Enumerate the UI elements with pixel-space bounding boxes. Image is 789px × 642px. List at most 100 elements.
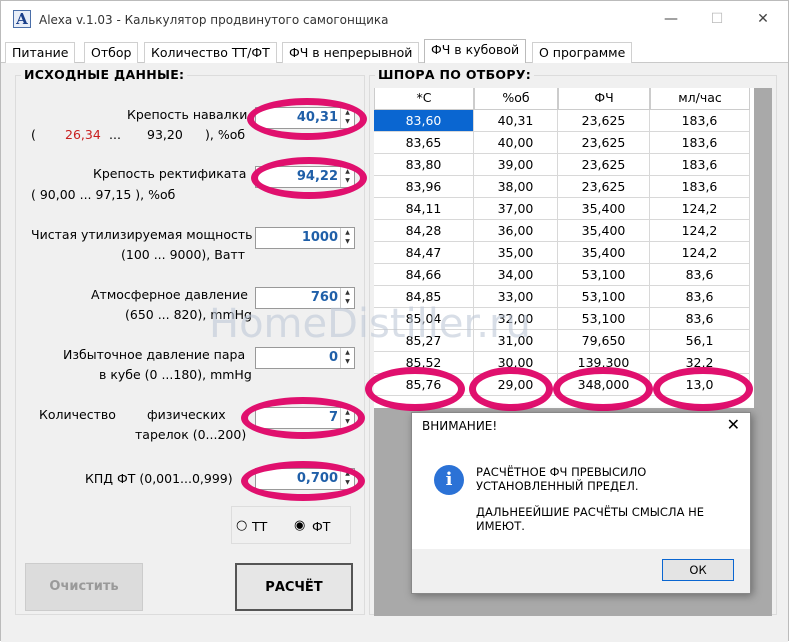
radio-ft-label: ФТ [312,519,331,534]
table-cell[interactable]: 183,6 [650,110,750,132]
column-header[interactable]: ФЧ [558,88,650,110]
table-cell[interactable]: 23,625 [558,154,650,176]
minimize-icon[interactable]: — [661,9,681,29]
column-type-group: ○ ТТ ◉ ФТ [231,506,351,544]
highlight-oval [247,98,367,140]
over-pressure-label: Избыточное давление пара [63,347,246,362]
table-cell[interactable]: 34,00 [474,264,558,286]
table-cell[interactable]: 124,2 [650,198,750,220]
table-cell[interactable]: 83,80 [374,154,474,176]
column-header[interactable]: мл/час [650,88,750,110]
wash-range-dots: ... [109,127,121,142]
highlight-oval [469,367,553,411]
table-cell[interactable]: 79,650 [558,330,650,352]
plates-label-1: Количество [39,407,116,422]
highlight-oval [365,367,465,411]
tab-power[interactable]: Питание [5,42,76,63]
table-cell[interactable]: 40,31 [474,110,558,132]
table-cell[interactable]: 23,625 [558,176,650,198]
highlight-oval [653,367,753,411]
rect-strength-label: Крепость ректификата [93,166,247,181]
radio-tt[interactable]: ○ [236,518,247,533]
table-cell[interactable]: 84,47 [374,242,474,264]
table-cell[interactable]: 39,00 [474,154,558,176]
table-cell[interactable]: 83,96 [374,176,474,198]
table-cell[interactable]: 40,00 [474,132,558,154]
warning-dialog: ВНИМАНИЕ! ✕ i РАСЧЁТНОЕ ФЧ ПРЕВЫСИЛО УСТ… [411,412,751,594]
tab-about[interactable]: О программе [532,42,633,63]
table-cell[interactable]: 53,100 [558,286,650,308]
over-pressure-input[interactable]: 0 ▲ ▼ [255,347,355,369]
table-cell[interactable]: 124,2 [650,242,750,264]
table-cell[interactable]: 35,400 [558,242,650,264]
power-label: Чистая утилизируемая мощность [31,227,253,242]
column-header[interactable]: %об [474,88,558,110]
tab-reflux-pot[interactable]: ФЧ в кубовой [424,39,527,64]
table-cell[interactable]: 23,625 [558,110,650,132]
tab-bar: Питание Отбор Количество ТТ/ФТ ФЧ в непр… [1,39,788,64]
plates-label-2: физических [147,407,226,422]
radio-ft[interactable]: ◉ [294,518,305,533]
calculate-button[interactable]: РАСЧЁТ [235,563,353,611]
table-cell[interactable]: 35,400 [558,198,650,220]
ok-button[interactable]: ОК [662,559,734,581]
tab-draw[interactable]: Отбор [84,42,139,63]
highlight-oval [251,157,367,199]
dialog-close-icon[interactable]: ✕ [727,415,740,434]
table-cell[interactable]: 84,66 [374,264,474,286]
clear-button[interactable]: Очистить [25,563,143,611]
table-cell[interactable]: 83,6 [650,308,750,330]
table-cell[interactable]: 183,6 [650,154,750,176]
dialog-message-line3: ДАЛЬНЕЕЙШИЕ РАСЧЁТЫ СМЫСЛА НЕ ИМЕЮТ. [476,505,705,533]
rect-range: ( 90,00 ... 97,15 ), %об [31,187,176,202]
table-cell[interactable]: 23,625 [558,132,650,154]
table-cell[interactable]: 84,11 [374,198,474,220]
table-cell[interactable]: 56,1 [650,330,750,352]
table-cell[interactable]: 83,65 [374,132,474,154]
atm-pressure-label: Атмосферное давление [91,287,248,302]
power-input[interactable]: 1000 ▲ ▼ [255,227,355,249]
table-cell[interactable]: 35,400 [558,220,650,242]
spin-arrows-icon[interactable]: ▲ ▼ [340,228,354,248]
over-pressure-value: 0 [328,350,338,365]
dialog-message-line1: РАСЧЁТНОЕ ФЧ ПРЕВЫСИЛО [476,465,647,479]
spin-arrows-icon[interactable]: ▲ ▼ [340,348,354,368]
table-cell[interactable]: 37,00 [474,198,558,220]
selection-guide-title: ШПОРА ПО ОТБОРУ: [375,67,535,82]
input-data-title: ИСХОДНЫЕ ДАННЫЕ: [21,67,188,82]
power-value: 1000 [301,230,338,245]
plates-label-3: тарелок (0...200) [135,427,247,442]
table-cell[interactable]: 83,6 [650,286,750,308]
selection-table: *C %об ФЧ мл/час 83,60 40,31 23,625 183,6 83,65 4… [374,88,754,408]
table-cell[interactable]: 36,00 [474,220,558,242]
info-icon: i [434,465,464,495]
table-cell[interactable]: 183,6 [650,176,750,198]
table-cell[interactable]: 84,28 [374,220,474,242]
table-cell[interactable]: 35,00 [474,242,558,264]
highlight-oval [241,397,365,439]
close-icon[interactable]: ✕ [753,9,773,29]
wash-range-open: ( [31,127,36,142]
wash-range-max: 93,20 [147,127,183,142]
radio-tt-label: ТТ [252,519,268,534]
tab-plates-count[interactable]: Количество ТТ/ФТ [144,42,277,63]
efficiency-label: КПД ФТ (0,001...0,999) [85,471,233,486]
column-header[interactable]: *C [374,88,474,110]
app-icon: A [13,10,31,28]
table-cell[interactable]: 53,100 [558,308,650,330]
title-bar: A Alexa v.1.03 - Калькулятор продвинутог… [1,1,788,39]
tab-reflux-continuous[interactable]: ФЧ в непрерывной [282,42,420,63]
table-cell[interactable]: 53,100 [558,264,650,286]
table-cell[interactable]: 83,60 [374,110,474,132]
table-cell[interactable]: 38,00 [474,176,558,198]
table-cell[interactable]: 124,2 [650,220,750,242]
dialog-title: ВНИМАНИЕ! [422,419,498,433]
maximize-icon[interactable]: ☐ [707,9,727,29]
highlight-oval [553,367,653,411]
over-pressure-range: в кубе (0 ...180), mmHg [99,367,252,382]
wash-strength-label: Крепость навалки [127,107,248,122]
table-cell[interactable]: 83,6 [650,264,750,286]
table-cell[interactable]: 183,6 [650,132,750,154]
dialog-footer: ОК [412,549,750,593]
highlight-oval [241,461,365,501]
